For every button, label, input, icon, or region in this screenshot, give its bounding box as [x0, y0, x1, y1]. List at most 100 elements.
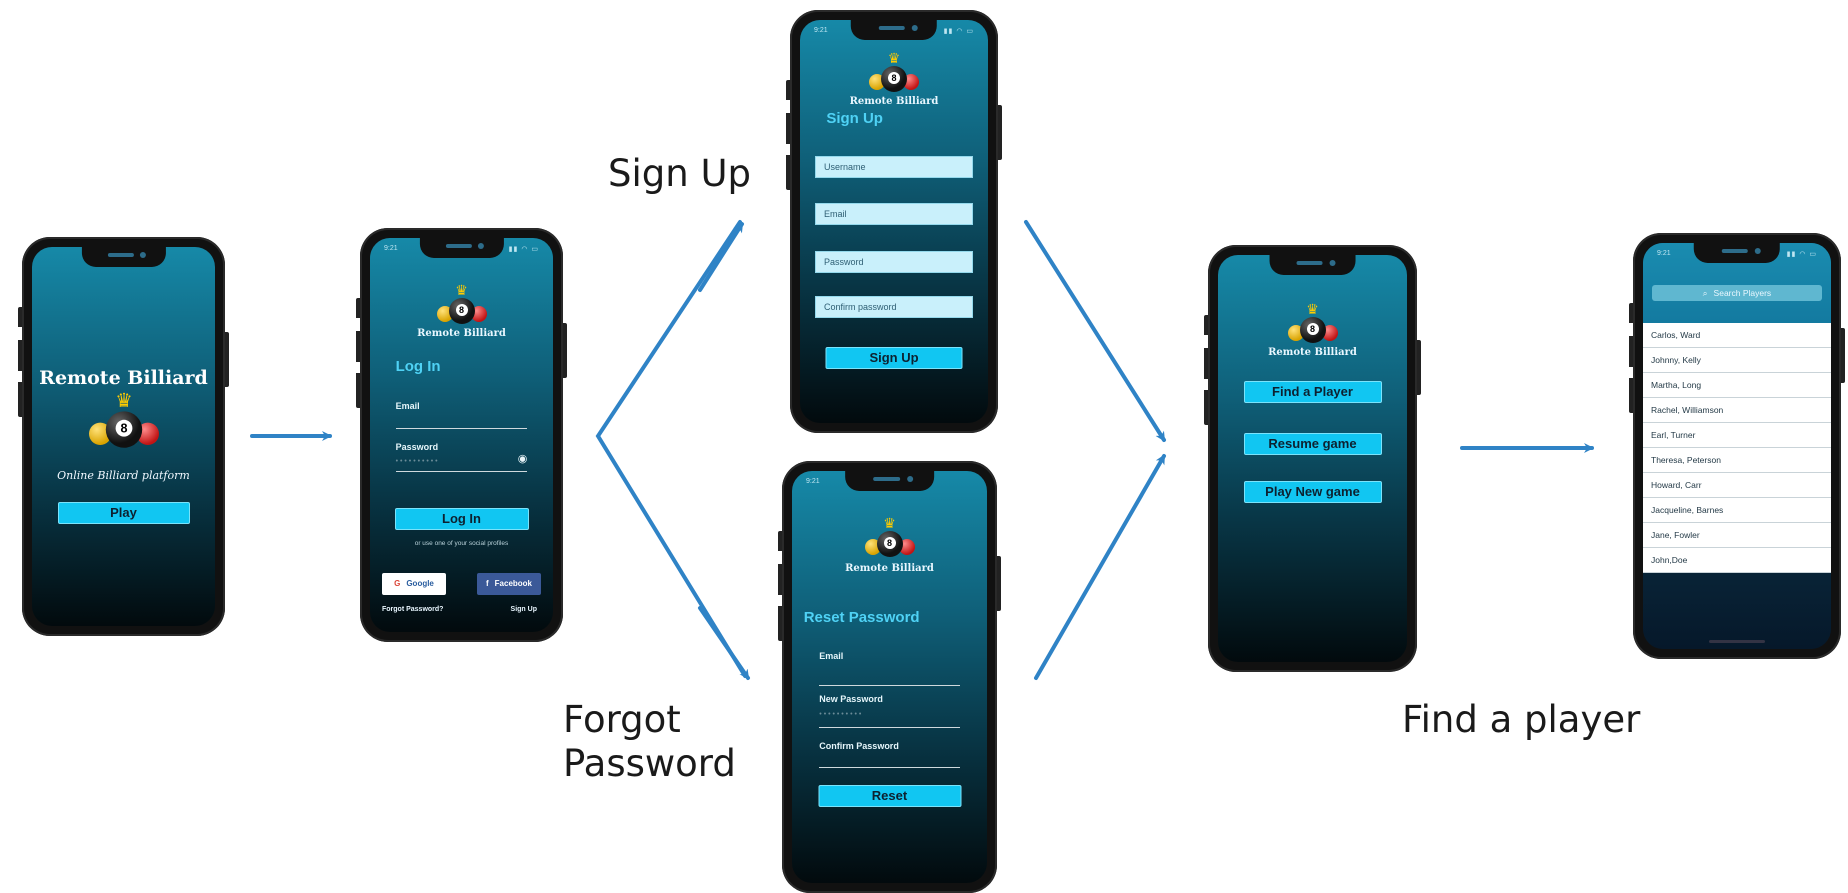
caption-sign-up: Sign Up — [608, 152, 752, 195]
eight-ball-icon — [105, 411, 142, 448]
social-hint: or use one of your social profiles — [414, 540, 509, 547]
player-list: Carlos, Ward Johnny, Kelly Martha, Long … — [1643, 323, 1831, 573]
billiard-balls-logo: ♛ — [863, 516, 917, 557]
caption-forgot-password: Forgot Password — [563, 698, 736, 786]
forgot-password-link[interactable]: Forgot Password? — [382, 606, 443, 613]
resume-game-button[interactable]: Resume game — [1243, 433, 1382, 455]
signal-wifi-battery-icon: ▮▮ ◠ ▭ — [508, 246, 539, 253]
signal-wifi-battery-icon: ▮▮ ◠ ▭ — [1786, 251, 1817, 258]
billiard-balls-logo: ♛ — [435, 283, 489, 324]
new-password-dots: • • • • • • • • • • — [819, 711, 862, 718]
logo-label: Remote Billiard — [849, 96, 939, 107]
list-item[interactable]: Jacqueline, Barnes — [1643, 498, 1831, 523]
email-label: Email — [819, 651, 844, 661]
reset-screen: 9:21 ♛ Remote Billiard Reset Password Em… — [792, 471, 987, 883]
username-field[interactable]: Username — [815, 156, 973, 178]
signup-screen: 9:21 ▮▮ ◠ ▭ ♛ Remote Billiard Sign Up Us… — [800, 20, 988, 423]
eye-icon[interactable]: ◉ — [518, 452, 528, 465]
billiard-balls-logo: ♛ — [86, 390, 162, 448]
eight-ball-icon — [876, 531, 903, 557]
password-label: Password — [395, 442, 439, 452]
confirm-password-field[interactable]: Confirm password — [815, 296, 973, 318]
google-button[interactable]: G Google — [382, 573, 446, 595]
confirm-password-field[interactable] — [819, 767, 960, 768]
status-time: 9:21 — [806, 478, 820, 485]
login-title: Log In — [395, 358, 441, 375]
signal-wifi-battery-icon: ▮▮ ◠ ▭ — [943, 28, 974, 35]
signup-title: Sign Up — [826, 110, 883, 127]
phone-menu: ♛ Remote Billiard Find a Player Resume g… — [1204, 245, 1421, 672]
splash-subtitle: Online Billiard platform — [57, 469, 190, 482]
phone-notch — [419, 238, 504, 258]
facebook-label: Facebook — [494, 579, 532, 588]
logo-label: Remote Billiard — [417, 328, 506, 339]
crown-icon: ♛ — [114, 389, 133, 412]
phone-signup: 9:21 ▮▮ ◠ ▭ ♛ Remote Billiard Sign Up Us… — [786, 10, 1002, 433]
billiard-balls-logo: ♛ — [867, 51, 921, 92]
facebook-button[interactable]: f Facebook — [477, 573, 541, 595]
list-item[interactable]: Johnny, Kelly — [1643, 348, 1831, 373]
eight-ball-icon — [1299, 317, 1326, 343]
splash-title: Remote Billiard — [39, 367, 208, 389]
list-item[interactable]: Jane, Fowler — [1643, 523, 1831, 548]
phone-notch — [1269, 255, 1356, 275]
email-label: Email — [395, 401, 420, 411]
search-icon: ⌕ — [1702, 288, 1708, 298]
reset-button[interactable]: Reset — [818, 785, 961, 807]
facebook-icon: f — [485, 579, 489, 588]
new-password-field[interactable] — [819, 727, 960, 728]
find-player-button[interactable]: Find a Player — [1243, 381, 1382, 403]
list-item[interactable]: Theresa, Peterson — [1643, 448, 1831, 473]
crown-icon: ♛ — [887, 50, 901, 66]
logo-label: Remote Billiard — [845, 563, 934, 574]
crown-icon: ♛ — [455, 282, 468, 298]
password-field-dots: • • • • • • • • • • — [395, 458, 438, 465]
signup-button[interactable]: Sign Up — [825, 347, 963, 369]
arrow-to-reset — [698, 606, 750, 680]
email-field[interactable] — [819, 685, 960, 686]
crown-icon: ♛ — [1306, 301, 1319, 317]
splash-screen: Remote Billiard ♛ Online Billiard platfo… — [32, 247, 215, 626]
reset-title: Reset Password — [803, 609, 920, 626]
eight-ball-icon — [448, 298, 475, 324]
play-button[interactable]: Play — [57, 502, 190, 524]
players-screen: 9:21 ▮▮ ◠ ▭ ⌕ Search Players Carlos, Ward… — [1643, 243, 1831, 649]
menu-screen: ♛ Remote Billiard Find a Player Resume g… — [1218, 255, 1407, 662]
phone-notch — [1693, 243, 1781, 263]
search-players-input[interactable]: ⌕ Search Players — [1652, 285, 1822, 301]
status-time: 9:21 — [814, 27, 828, 34]
phone-players: 9:21 ▮▮ ◠ ▭ ⌕ Search Players Carlos, Ward… — [1629, 233, 1845, 659]
email-field[interactable]: Email — [815, 203, 973, 225]
password-field[interactable] — [395, 471, 528, 472]
status-time: 9:21 — [384, 245, 398, 252]
crown-icon: ♛ — [883, 515, 896, 531]
confirm-password-label: Confirm Password — [819, 741, 899, 751]
list-item[interactable]: Howard, Carr — [1643, 473, 1831, 498]
play-new-game-button[interactable]: Play New game — [1243, 481, 1382, 503]
google-label: Google — [406, 579, 434, 588]
billiard-balls-logo: ♛ — [1286, 302, 1340, 343]
list-item[interactable]: John,Doe — [1643, 548, 1831, 573]
list-item[interactable]: Martha, Long — [1643, 373, 1831, 398]
list-item[interactable]: Carlos, Ward — [1643, 323, 1831, 348]
login-button[interactable]: Log In — [394, 508, 529, 530]
search-placeholder: Search Players — [1713, 288, 1772, 298]
phone-notch — [81, 247, 166, 267]
password-field[interactable]: Password — [815, 251, 973, 273]
status-time: 9:21 — [1657, 250, 1671, 257]
arrow-reset-to-menu — [1034, 454, 1166, 680]
phone-notch — [850, 20, 938, 40]
caption-find-a-player: Find a player — [1402, 698, 1641, 741]
arrow-signup-to-menu — [1024, 220, 1166, 442]
login-screen: 9:21 ▮▮ ◠ ▭ ♛ Remote Billiard Log In Ema… — [370, 238, 553, 632]
list-item[interactable]: Rachel, Williamson — [1643, 398, 1831, 423]
home-indicator[interactable] — [1708, 640, 1766, 643]
eight-ball-icon — [881, 66, 907, 92]
phone-splash: Remote Billiard ♛ Online Billiard platfo… — [18, 237, 229, 636]
phone-reset: 9:21 ♛ Remote Billiard Reset Password Em… — [778, 461, 1001, 893]
list-item[interactable]: Earl, Turner — [1643, 423, 1831, 448]
signup-link[interactable]: Sign Up — [511, 606, 537, 613]
email-field[interactable] — [395, 428, 528, 429]
phone-login: 9:21 ▮▮ ◠ ▭ ♛ Remote Billiard Log In Ema… — [356, 228, 567, 642]
phone-notch — [844, 471, 935, 491]
